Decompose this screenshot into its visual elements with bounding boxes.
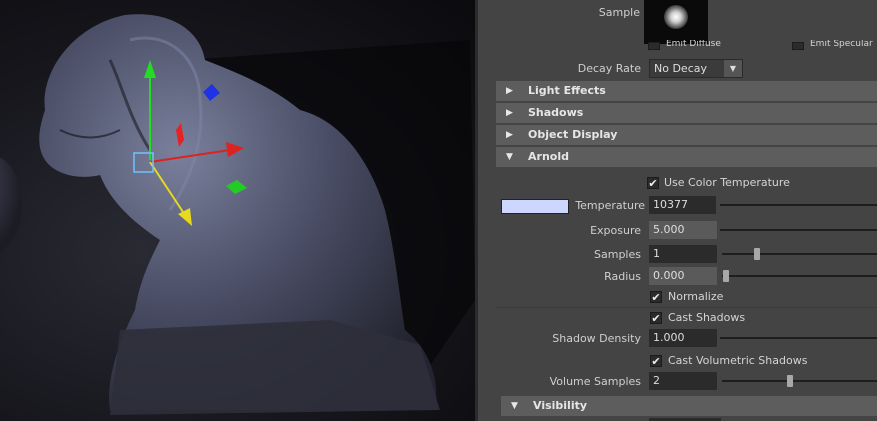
radius-slider-handle[interactable]: [723, 270, 729, 282]
exposure-slider[interactable]: [720, 229, 877, 231]
radius-slider[interactable]: [722, 275, 877, 277]
section-object-display[interactable]: ▶ Object Display: [496, 125, 877, 145]
use-color-temperature-checkbox[interactable]: ✔: [647, 177, 659, 190]
use-color-temperature-label: Use Color Temperature: [664, 176, 790, 189]
radius-label: Radius: [604, 270, 641, 283]
light-sample-icon: [664, 5, 688, 29]
temperature-label: Temperature: [575, 199, 645, 212]
chevron-down-icon[interactable]: ▼: [724, 60, 742, 77]
decay-rate-dropdown[interactable]: No Decay ▼: [649, 59, 743, 78]
divider: [496, 307, 877, 308]
expand-arrow-icon[interactable]: ▶: [506, 103, 513, 123]
collapse-arrow-icon[interactable]: ▼: [511, 396, 518, 416]
samples-slider[interactable]: [722, 253, 877, 255]
temperature-field[interactable]: 10377: [649, 196, 716, 214]
decay-rate-value: No Decay: [654, 62, 707, 75]
volume-samples-slider[interactable]: [722, 380, 877, 382]
radius-field[interactable]: 0.000: [649, 267, 717, 285]
shadow-density-slider[interactable]: [720, 337, 877, 339]
background-sphere: [0, 157, 22, 253]
emit-specular-checkbox[interactable]: [792, 42, 804, 50]
cast-volumetric-shadows-label: Cast Volumetric Shadows: [668, 354, 808, 367]
temperature-slider[interactable]: [720, 204, 877, 206]
samples-slider-handle[interactable]: [754, 248, 760, 260]
section-label: Shadows: [528, 106, 584, 119]
normalize-checkbox[interactable]: ✔: [650, 291, 662, 304]
samples-field[interactable]: 1: [649, 245, 717, 263]
cast-shadows-label: Cast Shadows: [668, 311, 746, 324]
section-label: Object Display: [528, 128, 618, 141]
decay-rate-label: Decay Rate: [577, 62, 641, 75]
sample-label: Sample: [598, 6, 640, 19]
volume-samples-label: Volume Samples: [549, 375, 641, 388]
shadow-density-label: Shadow Density: [552, 332, 641, 345]
emit-diffuse-checkbox[interactable]: [648, 42, 660, 50]
exposure-label: Exposure: [590, 224, 641, 237]
section-shadows[interactable]: ▶ Shadows: [496, 103, 877, 123]
viewport[interactable]: [0, 0, 475, 421]
section-label: Arnold: [528, 150, 569, 163]
section-light-effects[interactable]: ▶ Light Effects: [496, 81, 877, 101]
volume-samples-field[interactable]: 2: [649, 372, 717, 390]
shadow-density-field[interactable]: 1.000: [649, 329, 717, 347]
emit-diffuse-label: Emit Diffuse: [666, 40, 721, 49]
section-arnold[interactable]: ▼ Arnold: [496, 147, 877, 167]
section-label: Visibility: [533, 399, 588, 412]
section-visibility[interactable]: ▼ Visibility: [501, 396, 877, 416]
collapse-arrow-icon[interactable]: ▼: [506, 147, 513, 167]
normalize-label: Normalize: [668, 290, 724, 303]
cast-shadows-checkbox[interactable]: ✔: [650, 312, 662, 325]
samples-label: Samples: [594, 248, 641, 261]
exposure-field[interactable]: 5.000: [649, 221, 717, 239]
emit-specular-label: Emit Specular: [810, 40, 873, 49]
sample-swatch: [644, 0, 708, 44]
cast-volumetric-shadows-checkbox[interactable]: ✔: [650, 355, 662, 368]
volume-samples-slider-handle[interactable]: [787, 375, 793, 387]
scene-render: [0, 14, 475, 415]
temperature-color-swatch[interactable]: [501, 199, 569, 214]
section-label: Light Effects: [528, 84, 606, 97]
expand-arrow-icon[interactable]: ▶: [506, 81, 513, 101]
attribute-editor-panel: Sample Emit Diffuse Emit Specular Decay …: [478, 0, 877, 421]
expand-arrow-icon[interactable]: ▶: [506, 125, 513, 145]
